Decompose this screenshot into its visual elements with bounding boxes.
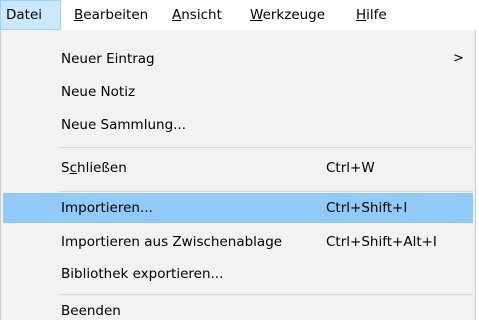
menu-item-new-entry[interactable]: Neuer Eintrag >: [3, 44, 473, 74]
menu-item-import[interactable]: Importieren... Ctrl+Shift+I: [3, 193, 473, 223]
menu-separator: [59, 147, 473, 148]
menu-item-close-label-pre: S: [61, 160, 70, 176]
menu-ansicht-label: nsicht: [181, 7, 222, 23]
menu-item-close-label: Schließen: [61, 153, 127, 183]
menu-item-close-shortcut: Ctrl+W: [326, 160, 375, 176]
menu-bearbeiten-accel: B: [74, 7, 84, 23]
menu-item-import-clipboard[interactable]: Importieren aus Zwischenablage Ctrl+Shif…: [3, 227, 473, 257]
menu-hilfe-accel: H: [356, 7, 367, 23]
menu-item-new-collection-label: Neue Sammlung...: [61, 117, 187, 133]
menu-bearbeiten[interactable]: Bearbeiten: [68, 0, 148, 30]
menu-item-export-library-label: Bibliothek exportieren...: [61, 266, 224, 282]
menu-item-close-accel: c: [69, 160, 78, 176]
menu-item-new-note-label: Neue Notiz: [61, 84, 136, 100]
menu-item-new-entry-label: Neuer Eintrag: [61, 51, 155, 67]
chevron-right-icon: >: [453, 51, 464, 66]
menu-item-new-note[interactable]: Neue Notiz: [3, 77, 473, 107]
menu-ansicht[interactable]: Ansicht: [166, 0, 222, 30]
menu-item-export-library[interactable]: Bibliothek exportieren...: [3, 259, 473, 289]
menu-separator: [59, 191, 473, 192]
menu-item-import-clipboard-shortcut: Ctrl+Shift+Alt+I: [326, 234, 437, 250]
menu-hilfe[interactable]: Hilfe: [350, 0, 387, 30]
menu-item-import-shortcut: Ctrl+Shift+I: [326, 200, 408, 216]
menu-datei-label: Datei: [6, 7, 43, 23]
menu-item-quit-label: Beenden: [61, 303, 121, 319]
file-menu-dropdown: Neuer Eintrag > Neue Notiz Neue Sammlung…: [0, 30, 476, 320]
menu-item-quit[interactable]: Beenden: [3, 296, 473, 326]
menu-item-close[interactable]: Schließen Ctrl+W: [3, 153, 473, 183]
menu-werkzeuge-label: erkzeuge: [262, 7, 326, 23]
menu-datei[interactable]: Datei: [0, 0, 61, 30]
menu-item-import-label: Importieren...: [61, 200, 153, 216]
menu-bar: Datei Bearbeiten Ansicht Werkzeuge Hilfe: [0, 0, 479, 30]
menu-ansicht-accel: A: [172, 7, 182, 23]
menu-werkzeuge-accel: W: [250, 7, 263, 23]
menu-separator: [59, 294, 473, 295]
menu-hilfe-label: ilfe: [366, 7, 387, 23]
menu-werkzeuge[interactable]: Werkzeuge: [244, 0, 325, 30]
menu-bearbeiten-label: earbeiten: [83, 7, 149, 23]
menu-item-new-collection[interactable]: Neue Sammlung...: [3, 110, 473, 140]
menu-item-import-clipboard-label: Importieren aus Zwischenablage: [61, 234, 283, 250]
menu-item-close-label-post: hließen: [77, 160, 127, 176]
